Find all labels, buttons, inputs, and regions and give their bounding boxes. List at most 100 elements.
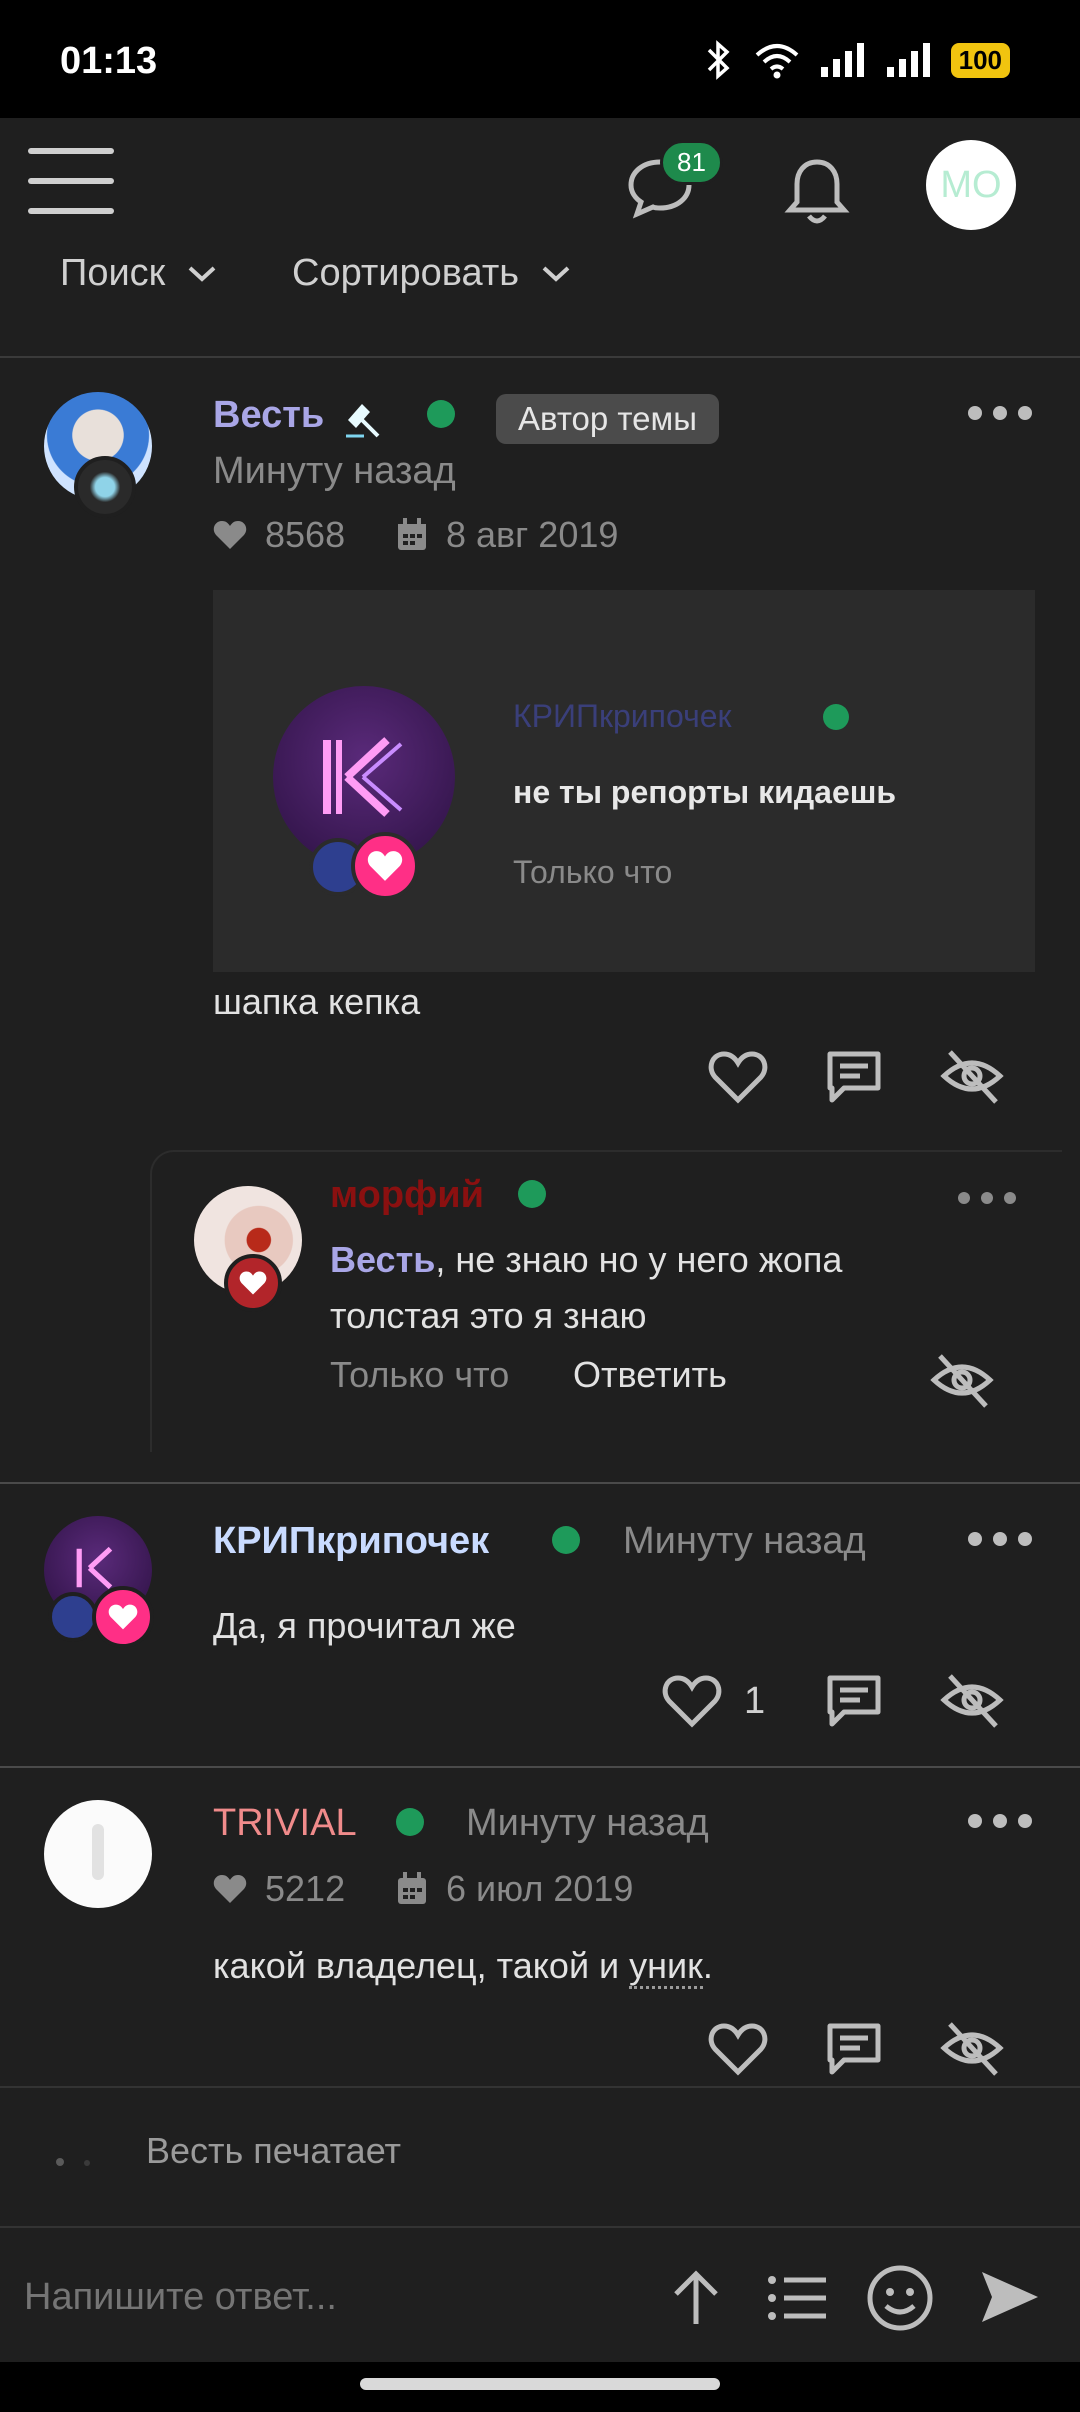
menu-icon-bar <box>28 148 114 154</box>
hide-eye-icon[interactable] <box>940 1668 1004 1732</box>
author-name[interactable]: TRIVIAL <box>213 1802 357 1845</box>
chevron-down-icon <box>542 266 570 282</box>
like-count: 1 <box>744 1680 766 1722</box>
menu-button[interactable] <box>28 148 114 218</box>
signal-icon <box>820 43 864 77</box>
more-options-icon[interactable] <box>958 1192 1016 1212</box>
more-options-icon[interactable] <box>968 406 1032 426</box>
online-indicator <box>427 400 455 428</box>
hide-eye-icon[interactable] <box>930 1348 994 1412</box>
likes-stat: 5212 <box>213 1868 345 1910</box>
moderator-hammer-icon <box>346 404 380 438</box>
signal-icon-2 <box>886 43 930 77</box>
status-icons: 100 <box>701 38 1010 82</box>
user-avatar[interactable]: МО <box>926 140 1016 230</box>
author-avatar[interactable] <box>44 1800 152 1908</box>
heart-icon <box>367 851 403 881</box>
list-icon[interactable] <box>764 2266 830 2330</box>
reply-author-name[interactable]: морфий <box>330 1174 484 1217</box>
typing-text: Весть печатает <box>146 2130 402 2171</box>
heart-badge <box>224 1254 282 1312</box>
hide-eye-icon[interactable] <box>940 1044 1004 1108</box>
post-time: Минуту назад <box>466 1802 709 1844</box>
reply-comment-icon[interactable] <box>822 2016 886 2080</box>
menu-icon-bar <box>28 178 114 184</box>
home-indicator[interactable] <box>360 2378 720 2390</box>
avatar-badge <box>74 456 136 518</box>
sort-filter[interactable]: Сортировать <box>292 252 571 295</box>
status-time: 01:13 <box>60 40 158 82</box>
like-icon[interactable] <box>706 1044 770 1108</box>
reply-text-line2: толстая это я знаю <box>330 1295 647 1336</box>
likes-count: 5212 <box>265 1868 346 1909</box>
search-filter-label: Поиск <box>60 252 166 294</box>
post: TRIVIAL Минуту назад 5212 6 июл 2019 как… <box>0 1768 1080 2086</box>
typing-dot <box>84 2160 90 2166</box>
post-time: Минуту назад <box>213 450 456 492</box>
hide-eye-icon[interactable] <box>940 2016 1004 2080</box>
reply-comment-icon[interactable] <box>822 1668 886 1732</box>
post-text-part: какой владелец, такой и <box>213 1945 630 1986</box>
reply-comment-icon[interactable] <box>822 1044 886 1108</box>
bell-icon[interactable] <box>782 152 852 232</box>
reply-input[interactable] <box>24 2262 624 2332</box>
joined-date: 6 июл 2019 <box>446 1868 634 1909</box>
search-filter[interactable]: Поиск <box>60 252 217 295</box>
term-link[interactable]: уник <box>629 1945 703 1989</box>
topic-author-badge: Автор темы <box>496 394 719 444</box>
heart-icon <box>213 1875 247 1903</box>
send-icon[interactable] <box>976 2264 1042 2330</box>
joined-stat: 8 авг 2019 <box>396 514 618 556</box>
typing-dot <box>56 2158 64 2166</box>
reply-text: Весть, не знаю но у него жопа <box>330 1232 842 1288</box>
k-logo-icon <box>323 737 403 817</box>
chevron-down-icon <box>188 266 216 282</box>
reply-time: Только что <box>330 1354 510 1395</box>
more-options-icon[interactable] <box>968 1814 1032 1834</box>
joined-date: 8 авг 2019 <box>446 514 619 555</box>
nested-reply: морфий Весть, не знаю но у него жопа тол… <box>150 1150 1062 1452</box>
chat-badge: 81 <box>660 140 723 185</box>
heart-icon <box>108 1604 138 1630</box>
heart-icon <box>239 1271 267 1295</box>
post-text: какой владелец, такой и уник. <box>213 1938 713 1994</box>
heart-badge <box>351 832 419 900</box>
reply-text-part: , не знаю но у него жопа <box>435 1239 843 1280</box>
mention-link[interactable]: Весть <box>330 1239 435 1280</box>
quoted-screenshot[interactable]: КРИПкрипочек не ты репорты кидаешь Тольк… <box>213 590 1035 972</box>
post-text: Да, я прочитал же <box>213 1605 516 1646</box>
emoji-icon[interactable] <box>864 2262 936 2334</box>
post: Весть Автор темы Минуту назад 8568 8 авг… <box>0 360 1080 1482</box>
post-text: шапка кепка <box>213 981 421 1022</box>
bluetooth-icon <box>707 40 730 80</box>
like-icon[interactable] <box>660 1668 724 1732</box>
arrow-up-icon[interactable] <box>664 2266 728 2330</box>
likes-count: 8568 <box>265 514 346 555</box>
heart-icon <box>213 521 247 549</box>
reply-composer <box>0 2226 1080 2362</box>
status-bar: 01:13 100 <box>0 0 1080 118</box>
calendar-icon <box>398 1872 426 1904</box>
joined-stat: 6 июл 2019 <box>396 1868 633 1910</box>
reply-button[interactable]: Ответить <box>573 1354 727 1396</box>
likes-stat: 8568 <box>213 514 345 556</box>
avatar-figure <box>92 1824 104 1880</box>
app-header: 81 МО Поиск Сортировать <box>0 118 1080 358</box>
quote-text: не ты репорты кидаешь <box>513 774 897 810</box>
trident-badge <box>48 1592 98 1642</box>
menu-icon-bar <box>28 208 114 214</box>
post: КРИПкрипочек Минуту назад Да, я прочитал… <box>0 1484 1080 1766</box>
like-icon[interactable] <box>706 2016 770 2080</box>
online-indicator <box>396 1808 424 1836</box>
heart-badge <box>92 1586 154 1648</box>
author-name[interactable]: Весть <box>213 394 324 437</box>
more-options-icon[interactable] <box>968 1532 1032 1552</box>
online-indicator <box>518 1180 546 1208</box>
post-time: Минуту назад <box>623 1520 866 1562</box>
k-logo-icon <box>76 1546 113 1590</box>
typing-indicator: Весть печатает <box>0 2086 1080 2226</box>
author-name[interactable]: КРИПкрипочек <box>213 1520 489 1563</box>
quote-time: Только что <box>513 854 673 890</box>
wifi-icon <box>755 44 798 79</box>
post-text-end: . <box>702 1945 713 1986</box>
